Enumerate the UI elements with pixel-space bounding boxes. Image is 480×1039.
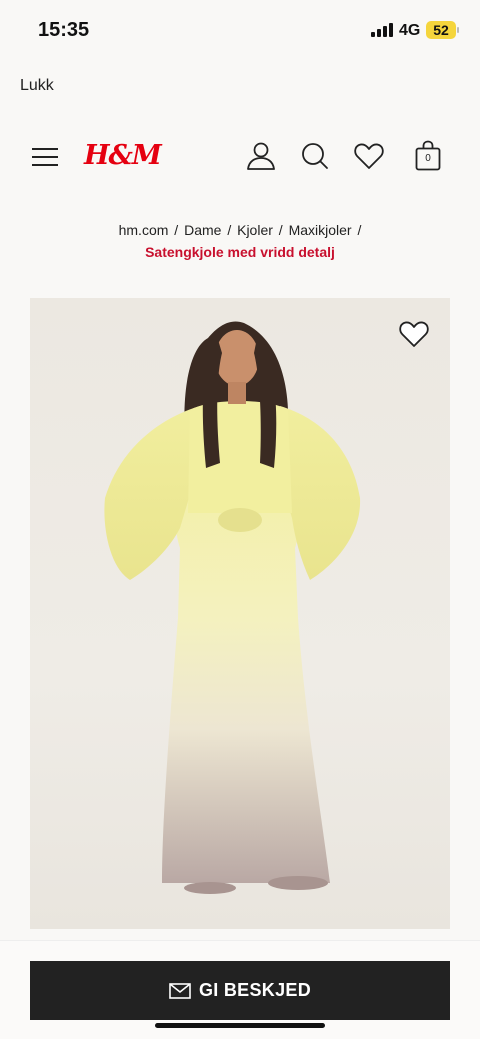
hm-logo[interactable]: H&M <box>84 140 162 171</box>
close-button[interactable]: Lukk <box>20 77 54 95</box>
notify-me-button[interactable]: GI BESKJED <box>30 961 450 1020</box>
breadcrumb-separator: / <box>278 222 283 238</box>
breadcrumb-current: Satengkjole med vridd detalj <box>145 244 335 260</box>
heart-icon[interactable] <box>353 140 385 172</box>
breadcrumb-item[interactable]: Maxikjoler <box>289 222 352 238</box>
shopping-bag-icon[interactable]: 0 <box>415 140 441 172</box>
breadcrumb-item[interactable]: Dame <box>184 222 221 238</box>
mail-icon <box>169 982 191 999</box>
signal-icon <box>371 23 393 37</box>
breadcrumb-separator: / <box>227 222 232 238</box>
breadcrumb-separator: / <box>174 222 179 238</box>
account-icon[interactable] <box>245 140 277 172</box>
breadcrumb-item[interactable]: hm.com <box>119 222 169 238</box>
bag-count: 0 <box>425 153 431 164</box>
menu-icon[interactable] <box>32 148 58 166</box>
breadcrumb-separator: / <box>357 222 362 238</box>
breadcrumb-item[interactable]: Kjoler <box>237 222 273 238</box>
product-image[interactable] <box>30 298 450 929</box>
notify-button-label: GI BESKJED <box>198 980 312 1000</box>
wishlist-heart-icon[interactable] <box>398 318 430 350</box>
search-icon[interactable] <box>299 140 331 172</box>
battery-icon: 52 <box>426 21 459 39</box>
status-bar: 15:35 4G 52 <box>0 0 480 62</box>
status-time: 15:35 <box>38 19 90 41</box>
site-header: H&M 0 <box>0 130 480 182</box>
breadcrumb: hm.com / Dame / Kjoler / Maxikjoler / Sa… <box>0 222 480 260</box>
model-illustration <box>104 321 361 894</box>
network-type: 4G <box>399 22 421 39</box>
home-indicator[interactable] <box>155 1023 325 1028</box>
